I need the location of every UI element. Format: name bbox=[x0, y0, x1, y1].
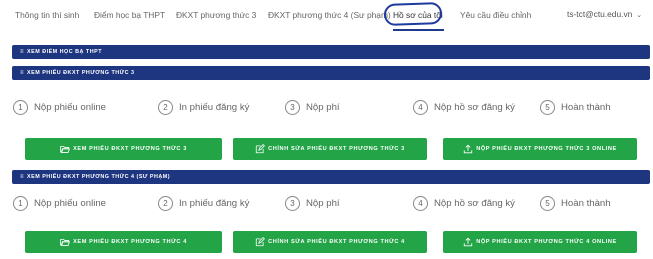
edit-pt4-button[interactable]: CHỈNH SỬA PHIẾU ĐKXT PHƯƠNG THỨC 4 bbox=[233, 231, 427, 253]
nav-item-diem-hoc-ba[interactable]: Điểm học bạ THPT bbox=[94, 10, 165, 20]
step-number: 3 bbox=[285, 195, 300, 211]
step-5: 5 Hoàn thành bbox=[540, 98, 611, 116]
step-label: Nộp phiếu online bbox=[34, 197, 107, 209]
step-number: 2 bbox=[158, 195, 173, 211]
active-tab-underline bbox=[393, 29, 444, 31]
step-number: 3 bbox=[285, 99, 300, 115]
account-menu[interactable]: ts-tct@ctu.edu.vn ⌄ bbox=[567, 9, 642, 19]
step-label: Hoàn thành bbox=[561, 197, 611, 209]
step-number: 4 bbox=[413, 99, 428, 115]
section-title: XEM PHIẾU ĐKXT PHƯƠNG THỨC 4 (SƯ PHẠM) bbox=[27, 174, 171, 180]
upload-icon bbox=[463, 237, 473, 247]
highlight-circle bbox=[383, 1, 443, 27]
step-5: 5 Hoàn thành bbox=[540, 194, 611, 212]
chevron-down-icon: ⌄ bbox=[636, 12, 643, 19]
button-label: XEM PHIẾU ĐKXT PHƯƠNG THỨC 3 bbox=[73, 146, 187, 152]
step-number: 4 bbox=[413, 195, 428, 211]
upload-icon bbox=[463, 144, 473, 154]
step-label: In phiếu đăng ký bbox=[179, 197, 250, 209]
step-3: 3 Nộp phí bbox=[285, 194, 340, 212]
top-nav: Thông tin thí sinh Điểm học bạ THPT ĐKXT… bbox=[0, 0, 653, 31]
button-label: CHỈNH SỬA PHIẾU ĐKXT PHƯƠNG THỨC 3 bbox=[268, 146, 405, 152]
edit-icon bbox=[255, 237, 266, 247]
section-title: XEM PHIẾU ĐKXT PHƯƠNG THỨC 3 bbox=[27, 70, 135, 76]
step-number: 2 bbox=[158, 99, 173, 115]
step-number: 1 bbox=[13, 195, 28, 211]
nav-item-yeu-cau[interactable]: Yêu cầu điều chỉnh bbox=[460, 10, 531, 20]
nav-item-dkxt-pt4[interactable]: ĐKXT phương thức 4 (Sư phạm) bbox=[268, 10, 391, 20]
bars-icon: ≡ bbox=[20, 174, 25, 180]
step-4: 4 Nộp hồ sơ đăng ký bbox=[413, 98, 515, 116]
step-number: 5 bbox=[540, 195, 555, 211]
submit-pt3-button[interactable]: NỘP PHIẾU ĐKXT PHƯƠNG THỨC 3 ONLINE bbox=[443, 138, 637, 160]
button-label: NỘP PHIẾU ĐKXT PHƯƠNG THỨC 4 ONLINE bbox=[476, 239, 617, 245]
section-bar-pt3[interactable]: ≡ XEM PHIẾU ĐKXT PHƯƠNG THỨC 3 bbox=[12, 66, 650, 80]
section-title: XEM ĐIỂM HỌC BẠ THPT bbox=[27, 49, 103, 55]
step-3: 3 Nộp phí bbox=[285, 98, 340, 116]
nav-item-dkxt-pt3[interactable]: ĐKXT phương thức 3 bbox=[176, 10, 256, 20]
step-label: In phiếu đăng ký bbox=[179, 101, 250, 113]
step-label: Nộp phiếu online bbox=[34, 101, 107, 113]
submit-pt4-button[interactable]: NỘP PHIẾU ĐKXT PHƯƠNG THỨC 4 ONLINE bbox=[443, 231, 637, 253]
bars-icon: ≡ bbox=[20, 49, 25, 55]
step-2: 2 In phiếu đăng ký bbox=[158, 194, 249, 212]
step-4: 4 Nộp hồ sơ đăng ký bbox=[413, 194, 515, 212]
nav-item-thong-tin[interactable]: Thông tin thí sinh bbox=[15, 10, 79, 20]
bars-icon: ≡ bbox=[20, 70, 25, 76]
step-2: 2 In phiếu đăng ký bbox=[158, 98, 249, 116]
button-label: NỘP PHIẾU ĐKXT PHƯƠNG THỨC 3 ONLINE bbox=[476, 146, 617, 152]
section-bar-pt4[interactable]: ≡ XEM PHIẾU ĐKXT PHƯƠNG THỨC 4 (SƯ PHẠM) bbox=[12, 170, 650, 184]
view-pt3-button[interactable]: XEM PHIẾU ĐKXT PHƯƠNG THỨC 3 bbox=[25, 138, 222, 160]
step-1: 1 Nộp phiếu online bbox=[13, 98, 106, 116]
step-label: Nộp phí bbox=[306, 101, 340, 113]
folder-open-icon bbox=[60, 237, 71, 247]
section-bar-hoc-ba[interactable]: ≡ XEM ĐIỂM HỌC BẠ THPT bbox=[12, 45, 650, 59]
edit-pt3-button[interactable]: CHỈNH SỬA PHIẾU ĐKXT PHƯƠNG THỨC 3 bbox=[233, 138, 427, 160]
step-number: 1 bbox=[13, 99, 28, 115]
button-label: CHỈNH SỬA PHIẾU ĐKXT PHƯƠNG THỨC 4 bbox=[268, 239, 405, 245]
view-pt4-button[interactable]: XEM PHIẾU ĐKXT PHƯƠNG THỨC 4 bbox=[25, 231, 222, 253]
edit-icon bbox=[255, 144, 266, 154]
folder-open-icon bbox=[60, 144, 71, 154]
step-label: Nộp hồ sơ đăng ký bbox=[434, 101, 515, 113]
step-label: Nộp hồ sơ đăng ký bbox=[434, 197, 515, 209]
step-1: 1 Nộp phiếu online bbox=[13, 194, 106, 212]
account-email: ts-tct@ctu.edu.vn bbox=[567, 9, 633, 19]
button-label: XEM PHIẾU ĐKXT PHƯƠNG THỨC 4 bbox=[73, 239, 187, 245]
step-number: 5 bbox=[540, 99, 555, 115]
step-label: Nộp phí bbox=[306, 197, 340, 209]
step-label: Hoàn thành bbox=[561, 101, 611, 113]
